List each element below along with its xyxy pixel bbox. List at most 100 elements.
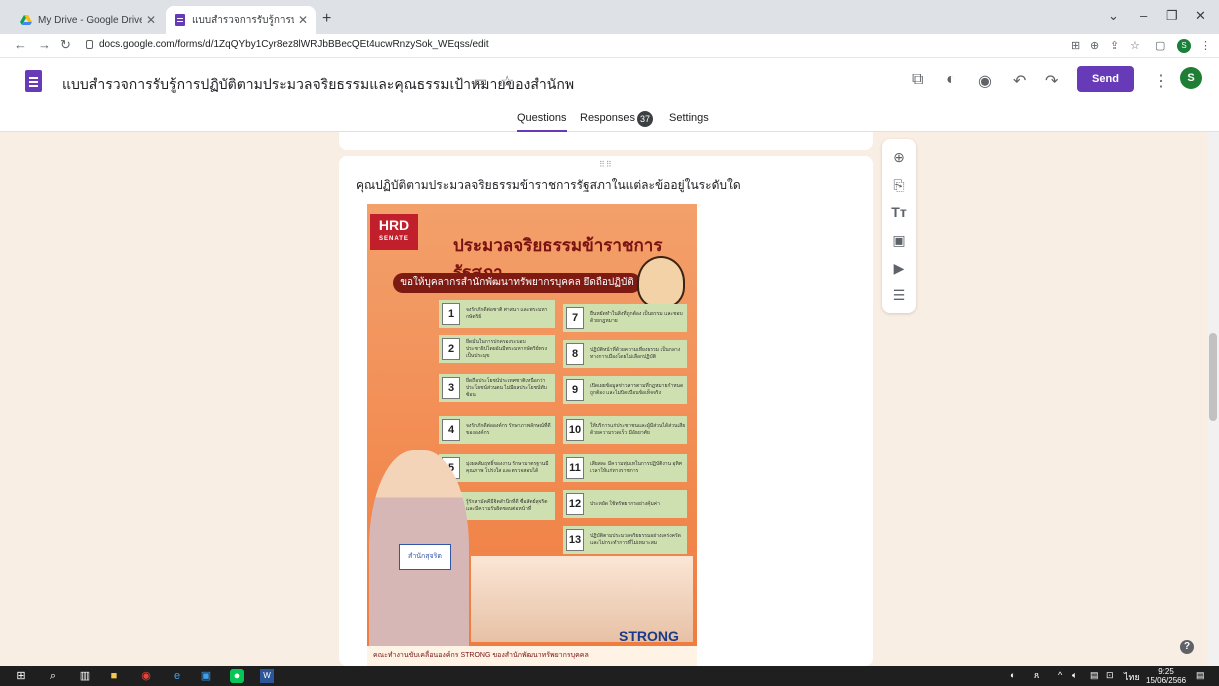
share-icon[interactable]: ⇪ <box>1110 39 1119 52</box>
help-icon[interactable]: ? <box>1180 640 1194 654</box>
list-item: 4 จงรักภักดีต่อองค์กร รักษาภาพลักษณ์ที่ดี… <box>439 416 555 444</box>
item-number: 2 <box>442 338 460 360</box>
avatar[interactable]: S <box>1180 67 1202 89</box>
line-app-icon[interactable]: ● <box>230 669 244 683</box>
tab-questions[interactable]: Questions <box>517 112 567 133</box>
add-section-icon[interactable]: ☰ <box>882 287 916 304</box>
item-number: 4 <box>442 419 460 441</box>
network-icon[interactable]: ◐ <box>1010 670 1015 680</box>
store-icon[interactable]: ▣ <box>199 669 213 683</box>
chrome-icon[interactable]: ◉ <box>139 669 153 683</box>
question-card[interactable]: ⠿⠿ คุณปฏิบัติตามประมวลจริยธรรมข้าราชการร… <box>339 156 873 666</box>
forward-icon[interactable]: → <box>38 37 51 52</box>
responses-count-badge: 37 <box>637 111 653 127</box>
sign-board: สำนักสุจริต <box>399 544 451 570</box>
question-text[interactable]: คุณปฏิบัติตามประมวลจริยธรรมข้าราชการรัฐส… <box>356 176 741 195</box>
list-item: 12 ประหยัด ใช้ทรัพยากรอย่างคุ้มค่า <box>563 490 687 518</box>
address-bar[interactable]: docs.google.com/forms/d/1ZqQYby1Cyr8ez8l… <box>86 39 489 50</box>
zoom-icon[interactable]: ⊕ <box>1090 39 1099 52</box>
item-text: ประหยัด ใช้ทรัพยากรอย่างคุ้มค่า <box>590 500 660 507</box>
question-image[interactable]: HRD SENATE ประมวลจริยธรรมข้าราชการรัฐสภา… <box>367 204 697 666</box>
form-title[interactable]: แบบสำรวจการรับรู้การปฏิบัติตามประมวลจริย… <box>62 74 574 96</box>
people-icon[interactable]: ጸ <box>1034 670 1039 681</box>
drag-handle-icon[interactable]: ⠿⠿ <box>599 160 613 169</box>
preview-eye-icon[interactable]: ◉ <box>978 71 992 91</box>
reload-icon[interactable]: ↻ <box>60 37 71 53</box>
url-text: docs.google.com/forms/d/1ZqQYby1Cyr8ez8l… <box>99 39 489 50</box>
item-number: 10 <box>566 419 584 441</box>
edge-icon[interactable]: e <box>170 669 184 683</box>
lock-icon <box>86 40 93 49</box>
item-number: 8 <box>566 343 584 365</box>
list-item: 13 ปฏิบัติตามประมวลจริยธรรมอย่างเคร่งครัด… <box>563 526 687 554</box>
task-view-icon[interactable]: ▥ <box>78 669 92 683</box>
search-icon[interactable]: ⌕ <box>46 669 60 683</box>
previous-question-card[interactable] <box>339 132 873 150</box>
list-item: 8 ปฏิบัติหน้าที่ด้วยความเที่ยงธรรม เป็นกล… <box>563 340 687 368</box>
item-text: ยึดมั่นในการปกครองระบอบประชาธิปไตยอันมีพ… <box>466 338 548 359</box>
bookmark-star-icon[interactable]: ☆ <box>1130 39 1140 52</box>
star-icon[interactable]: ☆ <box>500 72 514 92</box>
send-button[interactable]: Send <box>1077 66 1134 92</box>
item-text: ยึดถือประโยชน์ประเทศชาติเหนือกว่าประโยชน… <box>466 377 547 398</box>
side-panel-icon[interactable]: ▢ <box>1155 39 1165 52</box>
undo-icon[interactable]: ↶ <box>1013 71 1026 91</box>
item-number: 3 <box>442 377 460 399</box>
browser-profile-avatar[interactable]: S <box>1177 39 1191 53</box>
item-text: จงรักภักดีต่อชาติ ศาสนา และพระมหากษัตริย… <box>466 307 548 320</box>
close-window-icon[interactable]: ✕ <box>1195 8 1206 24</box>
word-icon[interactable]: W <box>260 669 274 683</box>
tab-google-drive[interactable]: My Drive - Google Drive ✕ <box>12 6 164 34</box>
translate-icon[interactable]: ⊞ <box>1071 39 1080 52</box>
add-question-icon[interactable]: ⊕ <box>882 149 916 166</box>
tab-responses[interactable]: Responses <box>580 112 635 124</box>
add-title-icon[interactable]: Tт <box>882 204 916 220</box>
volume-icon[interactable]: 🔈︎ <box>1072 670 1077 681</box>
new-tab-icon[interactable]: + <box>322 10 331 28</box>
item-text: จงรักภักดีต่อองค์กร รักษาภาพลักษณ์ที่ดีข… <box>466 423 551 436</box>
scrollbar-thumb[interactable] <box>1209 333 1217 421</box>
item-text: ให้บริการแก่ประชาชนและผู้มีส่วนได้ส่วนเส… <box>590 423 686 436</box>
language-indicator[interactable]: ไทย <box>1124 670 1140 684</box>
browser-tab-strip: My Drive - Google Drive ✕ แบบสำรวจการรับ… <box>0 0 1219 34</box>
windows-taskbar: ⊞ ⌕ ▥ ■ ◉ e ▣ ● W ◐ ጸ ^ 🔈︎ ▤ ⊡ ไทย 9:25 … <box>0 666 1219 686</box>
close-tab-icon[interactable]: ✕ <box>298 13 308 27</box>
palette-icon[interactable]: ◐ <box>946 71 956 89</box>
addons-icon[interactable]: ⧉ <box>912 71 923 89</box>
item-text: ปฏิบัติตามประมวลจริยธรรมอย่างเคร่งครัด แ… <box>590 533 681 546</box>
item-number: 7 <box>566 307 584 329</box>
floating-toolbar: ⊕ ⎘ Tт ▣ ▶ ☰ <box>882 139 916 313</box>
notifications-icon[interactable]: ▤ <box>1196 670 1205 681</box>
item-text: รู้รักสามัคคีมีจิตสำนึกที่ดี ซื่อสัตย์สุ… <box>466 499 548 512</box>
more-options-icon[interactable]: ⋮ <box>1153 71 1169 91</box>
display-icon[interactable]: ▤ <box>1090 670 1099 681</box>
google-forms-logo-icon[interactable] <box>25 70 42 92</box>
import-questions-icon[interactable]: ⎘ <box>882 177 916 194</box>
item-number: 9 <box>566 379 584 401</box>
redo-icon[interactable]: ↷ <box>1045 71 1058 91</box>
tab-google-forms[interactable]: แบบสำรวจการรับรู้การปฏิบัติตามประ ✕ <box>166 6 316 34</box>
list-item: 2 ยึดมั่นในการปกครองระบอบประชาธิปไตยอันมี… <box>439 335 555 363</box>
tab-title: My Drive - Google Drive <box>38 14 142 26</box>
tab-settings[interactable]: Settings <box>669 112 709 124</box>
file-explorer-icon[interactable]: ■ <box>107 669 121 683</box>
browser-toolbar: ← → ↻ docs.google.com/forms/d/1ZqQYby1Cy… <box>0 34 1219 58</box>
folder-icon[interactable]: ▭ <box>474 73 487 90</box>
restore-icon[interactable]: ❐ <box>1166 8 1178 24</box>
add-video-icon[interactable]: ▶ <box>882 260 916 277</box>
strong-logo-text: STRONG <box>619 628 679 644</box>
show-hidden-icons-icon[interactable]: ^ <box>1058 670 1062 680</box>
back-icon[interactable]: ← <box>14 37 27 52</box>
forms-header: แบบสำรวจการรับรู้การปฏิบัติตามประมวลจริย… <box>0 58 1219 133</box>
item-text: ปฏิบัติหน้าที่ด้วยความเที่ยงธรรม เป็นกลา… <box>590 347 681 360</box>
start-windows-icon[interactable]: ⊞ <box>14 669 28 683</box>
close-tab-icon[interactable]: ✕ <box>146 13 156 27</box>
taskbar-clock[interactable]: 9:25 15/06/2566 <box>1146 667 1186 685</box>
add-image-icon[interactable]: ▣ <box>882 232 916 249</box>
list-item: 7 ยืนหยัดทำในสิ่งที่ถูกต้อง เป็นธรรม และช… <box>563 304 687 332</box>
minimize-icon[interactable]: – <box>1140 8 1147 23</box>
google-forms-icon <box>175 14 185 26</box>
browser-menu-icon[interactable]: ⋮ <box>1200 39 1211 52</box>
input-icon[interactable]: ⊡ <box>1106 670 1114 681</box>
tab-search-icon[interactable]: ⌄ <box>1108 8 1119 24</box>
